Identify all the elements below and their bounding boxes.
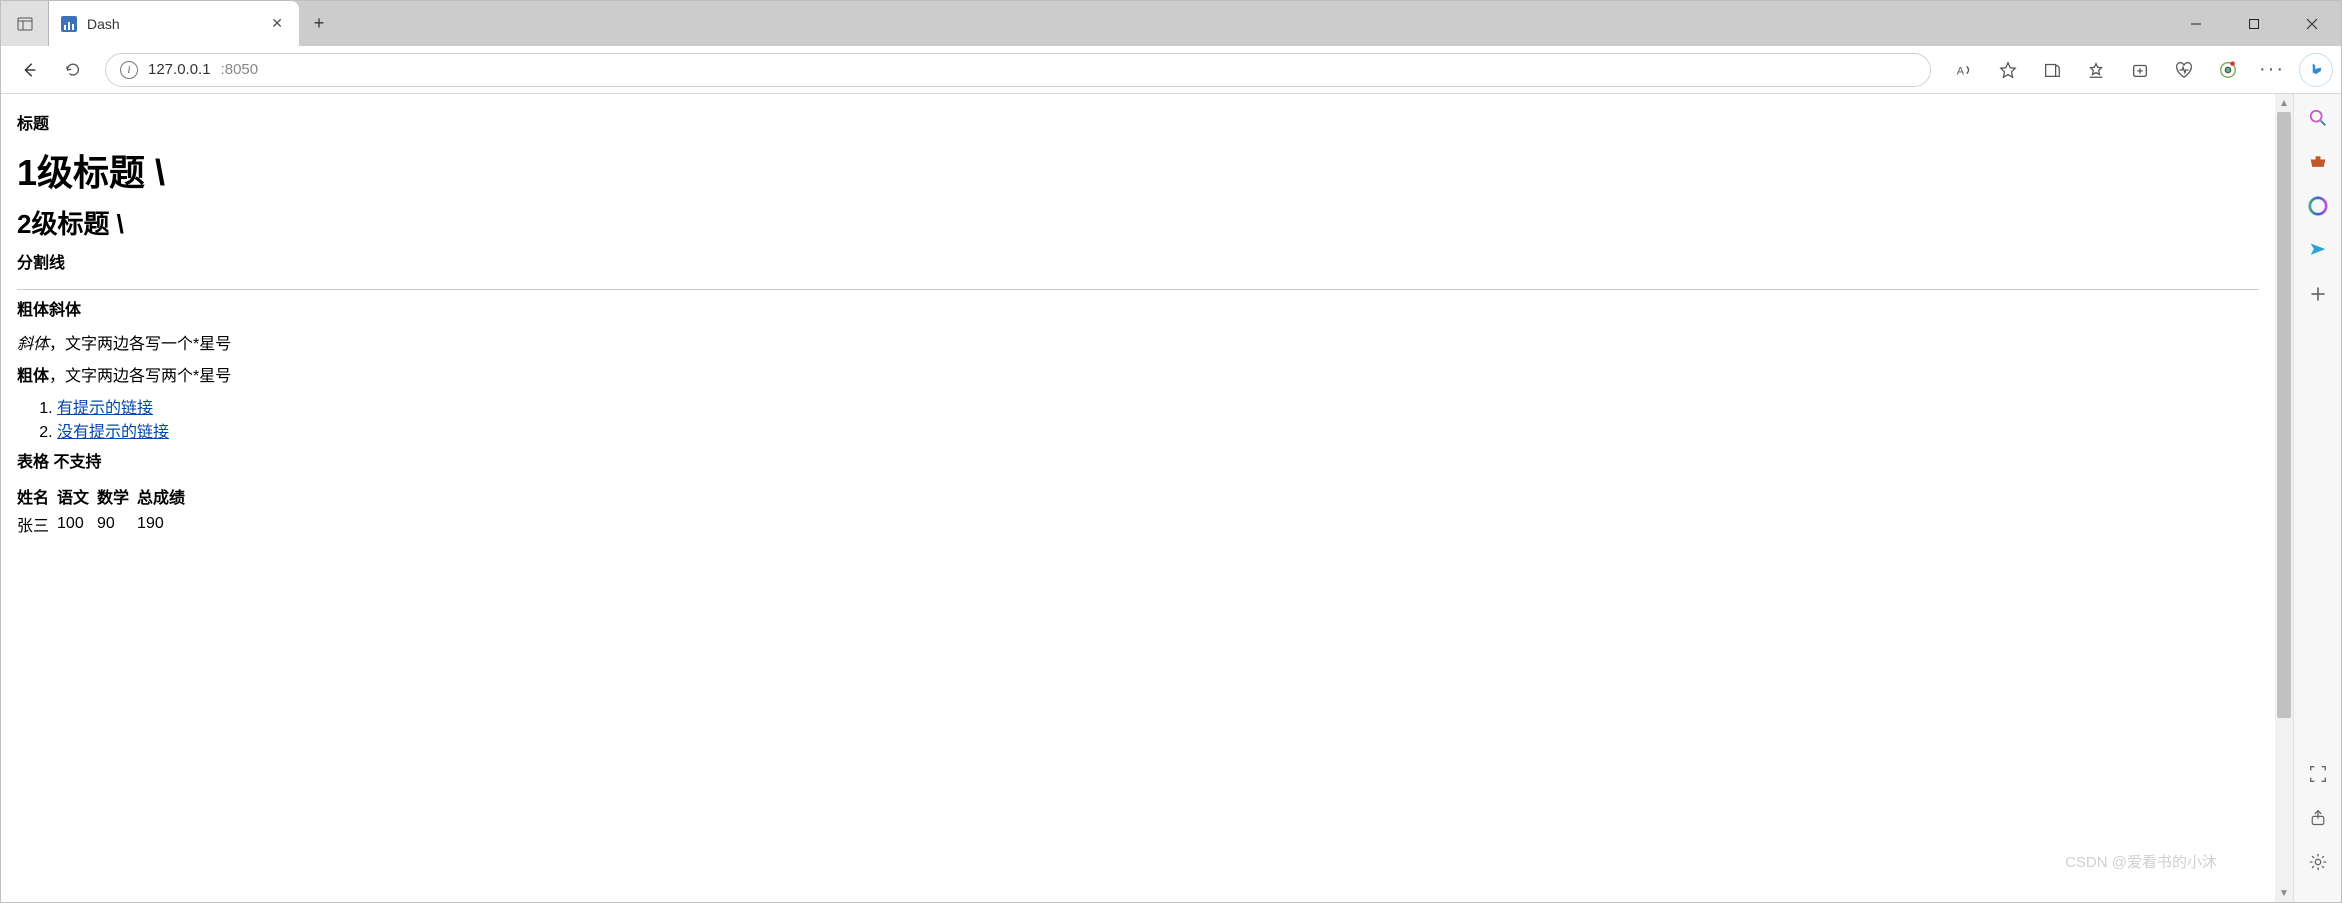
italic-word: 斜体 bbox=[17, 336, 49, 353]
section-title-label: 标题 bbox=[17, 110, 2259, 134]
url-input[interactable]: i 127.0.0.1 :8050 bbox=[105, 53, 1931, 87]
reading-list-icon[interactable] bbox=[2031, 50, 2073, 90]
bing-chat-button[interactable] bbox=[2299, 53, 2333, 87]
back-button[interactable] bbox=[9, 50, 49, 90]
tab-actions-button[interactable] bbox=[1, 1, 49, 46]
toolbar-icons: A ··· bbox=[1943, 50, 2333, 90]
scroll-down-arrow[interactable]: ▼ bbox=[2275, 884, 2293, 902]
more-menu-icon[interactable]: ··· bbox=[2251, 50, 2293, 90]
section-table-label: 表格 不支持 bbox=[17, 448, 2259, 472]
bold-example: 粗体，文字两边各写两个*星号 bbox=[17, 362, 2259, 386]
sidebar-search-icon[interactable] bbox=[2304, 104, 2332, 132]
performance-icon[interactable] bbox=[2163, 50, 2205, 90]
th-math: 数学 bbox=[97, 482, 137, 510]
url-host: 127.0.0.1 bbox=[148, 61, 211, 78]
window-controls bbox=[2167, 1, 2341, 46]
sidebar-screenshot-icon[interactable] bbox=[2304, 760, 2332, 788]
table-header-row: 姓名 语文 数学 总成绩 bbox=[17, 482, 193, 510]
svg-text:A: A bbox=[1957, 65, 1965, 77]
tab-title: Dash bbox=[87, 16, 257, 32]
address-bar: i 127.0.0.1 :8050 A ··· bbox=[1, 46, 2341, 94]
th-name: 姓名 bbox=[17, 482, 57, 510]
tab-close-button[interactable]: ✕ bbox=[267, 11, 287, 36]
bold-word: 粗体 bbox=[17, 368, 49, 385]
body-row: 标题 1级标题 \ 2级标题 \ 分割线 粗体斜体 斜体，文字两边各写一个*星号… bbox=[1, 94, 2341, 902]
sidebar-tools-icon[interactable] bbox=[2304, 148, 2332, 176]
table-row: 张三 100 90 190 bbox=[17, 510, 193, 538]
data-table: 姓名 语文 数学 总成绩 张三 100 90 190 bbox=[17, 482, 193, 538]
tab-favicon bbox=[61, 16, 77, 32]
divider bbox=[17, 289, 2259, 290]
italic-rest: ，文字两边各写一个*星号 bbox=[49, 336, 231, 353]
scroll-up-arrow[interactable]: ▲ bbox=[2275, 94, 2293, 112]
link-without-tooltip[interactable]: 没有提示的链接 bbox=[57, 424, 169, 441]
title-bar: Dash ✕ + bbox=[1, 1, 2341, 46]
scroll-thumb[interactable] bbox=[2277, 112, 2291, 718]
minimize-button[interactable] bbox=[2167, 1, 2225, 46]
browser-window: Dash ✕ + i 127.0.0.1 :8050 A bbox=[0, 0, 2342, 903]
th-chinese: 语文 bbox=[57, 482, 97, 510]
td-chinese: 100 bbox=[57, 510, 97, 538]
sidebar-add-icon[interactable] bbox=[2304, 280, 2332, 308]
read-aloud-icon[interactable]: A bbox=[1943, 50, 1985, 90]
edge-sidebar bbox=[2293, 94, 2341, 902]
close-window-button[interactable] bbox=[2283, 1, 2341, 46]
list-item: 有提示的链接 bbox=[57, 394, 2259, 418]
bold-rest: ，文字两边各写两个*星号 bbox=[49, 368, 231, 385]
sidebar-send-icon[interactable] bbox=[2304, 236, 2332, 264]
td-math: 90 bbox=[97, 510, 137, 538]
vertical-scrollbar[interactable]: ▲ ▼ bbox=[2275, 94, 2293, 902]
page-content: 标题 1级标题 \ 2级标题 \ 分割线 粗体斜体 斜体，文字两边各写一个*星号… bbox=[1, 94, 2275, 902]
site-info-icon[interactable]: i bbox=[120, 61, 138, 79]
link-list: 有提示的链接 没有提示的链接 bbox=[17, 394, 2259, 442]
url-port: :8050 bbox=[221, 61, 259, 78]
section-bolditalic-label: 粗体斜体 bbox=[17, 296, 2259, 320]
refresh-button[interactable] bbox=[53, 50, 93, 90]
browser-tab[interactable]: Dash ✕ bbox=[49, 1, 299, 46]
sidebar-office-icon[interactable] bbox=[2304, 192, 2332, 220]
link-with-tooltip[interactable]: 有提示的链接 bbox=[57, 400, 153, 417]
th-total: 总成绩 bbox=[137, 482, 193, 510]
section-divider-label: 分割线 bbox=[17, 249, 2259, 273]
td-total: 190 bbox=[137, 510, 193, 538]
favorite-icon[interactable] bbox=[1987, 50, 2029, 90]
list-item: 没有提示的链接 bbox=[57, 418, 2259, 442]
new-tab-button[interactable]: + bbox=[299, 1, 339, 46]
sidebar-settings-icon[interactable] bbox=[2304, 848, 2332, 876]
maximize-button[interactable] bbox=[2225, 1, 2283, 46]
italic-example: 斜体，文字两边各写一个*星号 bbox=[17, 330, 2259, 354]
collections-icon[interactable] bbox=[2119, 50, 2161, 90]
content-wrap: 标题 1级标题 \ 2级标题 \ 分割线 粗体斜体 斜体，文字两边各写一个*星号… bbox=[1, 94, 2293, 902]
favorites-bar-icon[interactable] bbox=[2075, 50, 2117, 90]
td-name: 张三 bbox=[17, 510, 57, 538]
heading-1: 1级标题 \ bbox=[17, 144, 2259, 196]
heading-2: 2级标题 \ bbox=[17, 204, 2259, 241]
extension-icon[interactable] bbox=[2207, 50, 2249, 90]
sidebar-share-icon[interactable] bbox=[2304, 804, 2332, 832]
